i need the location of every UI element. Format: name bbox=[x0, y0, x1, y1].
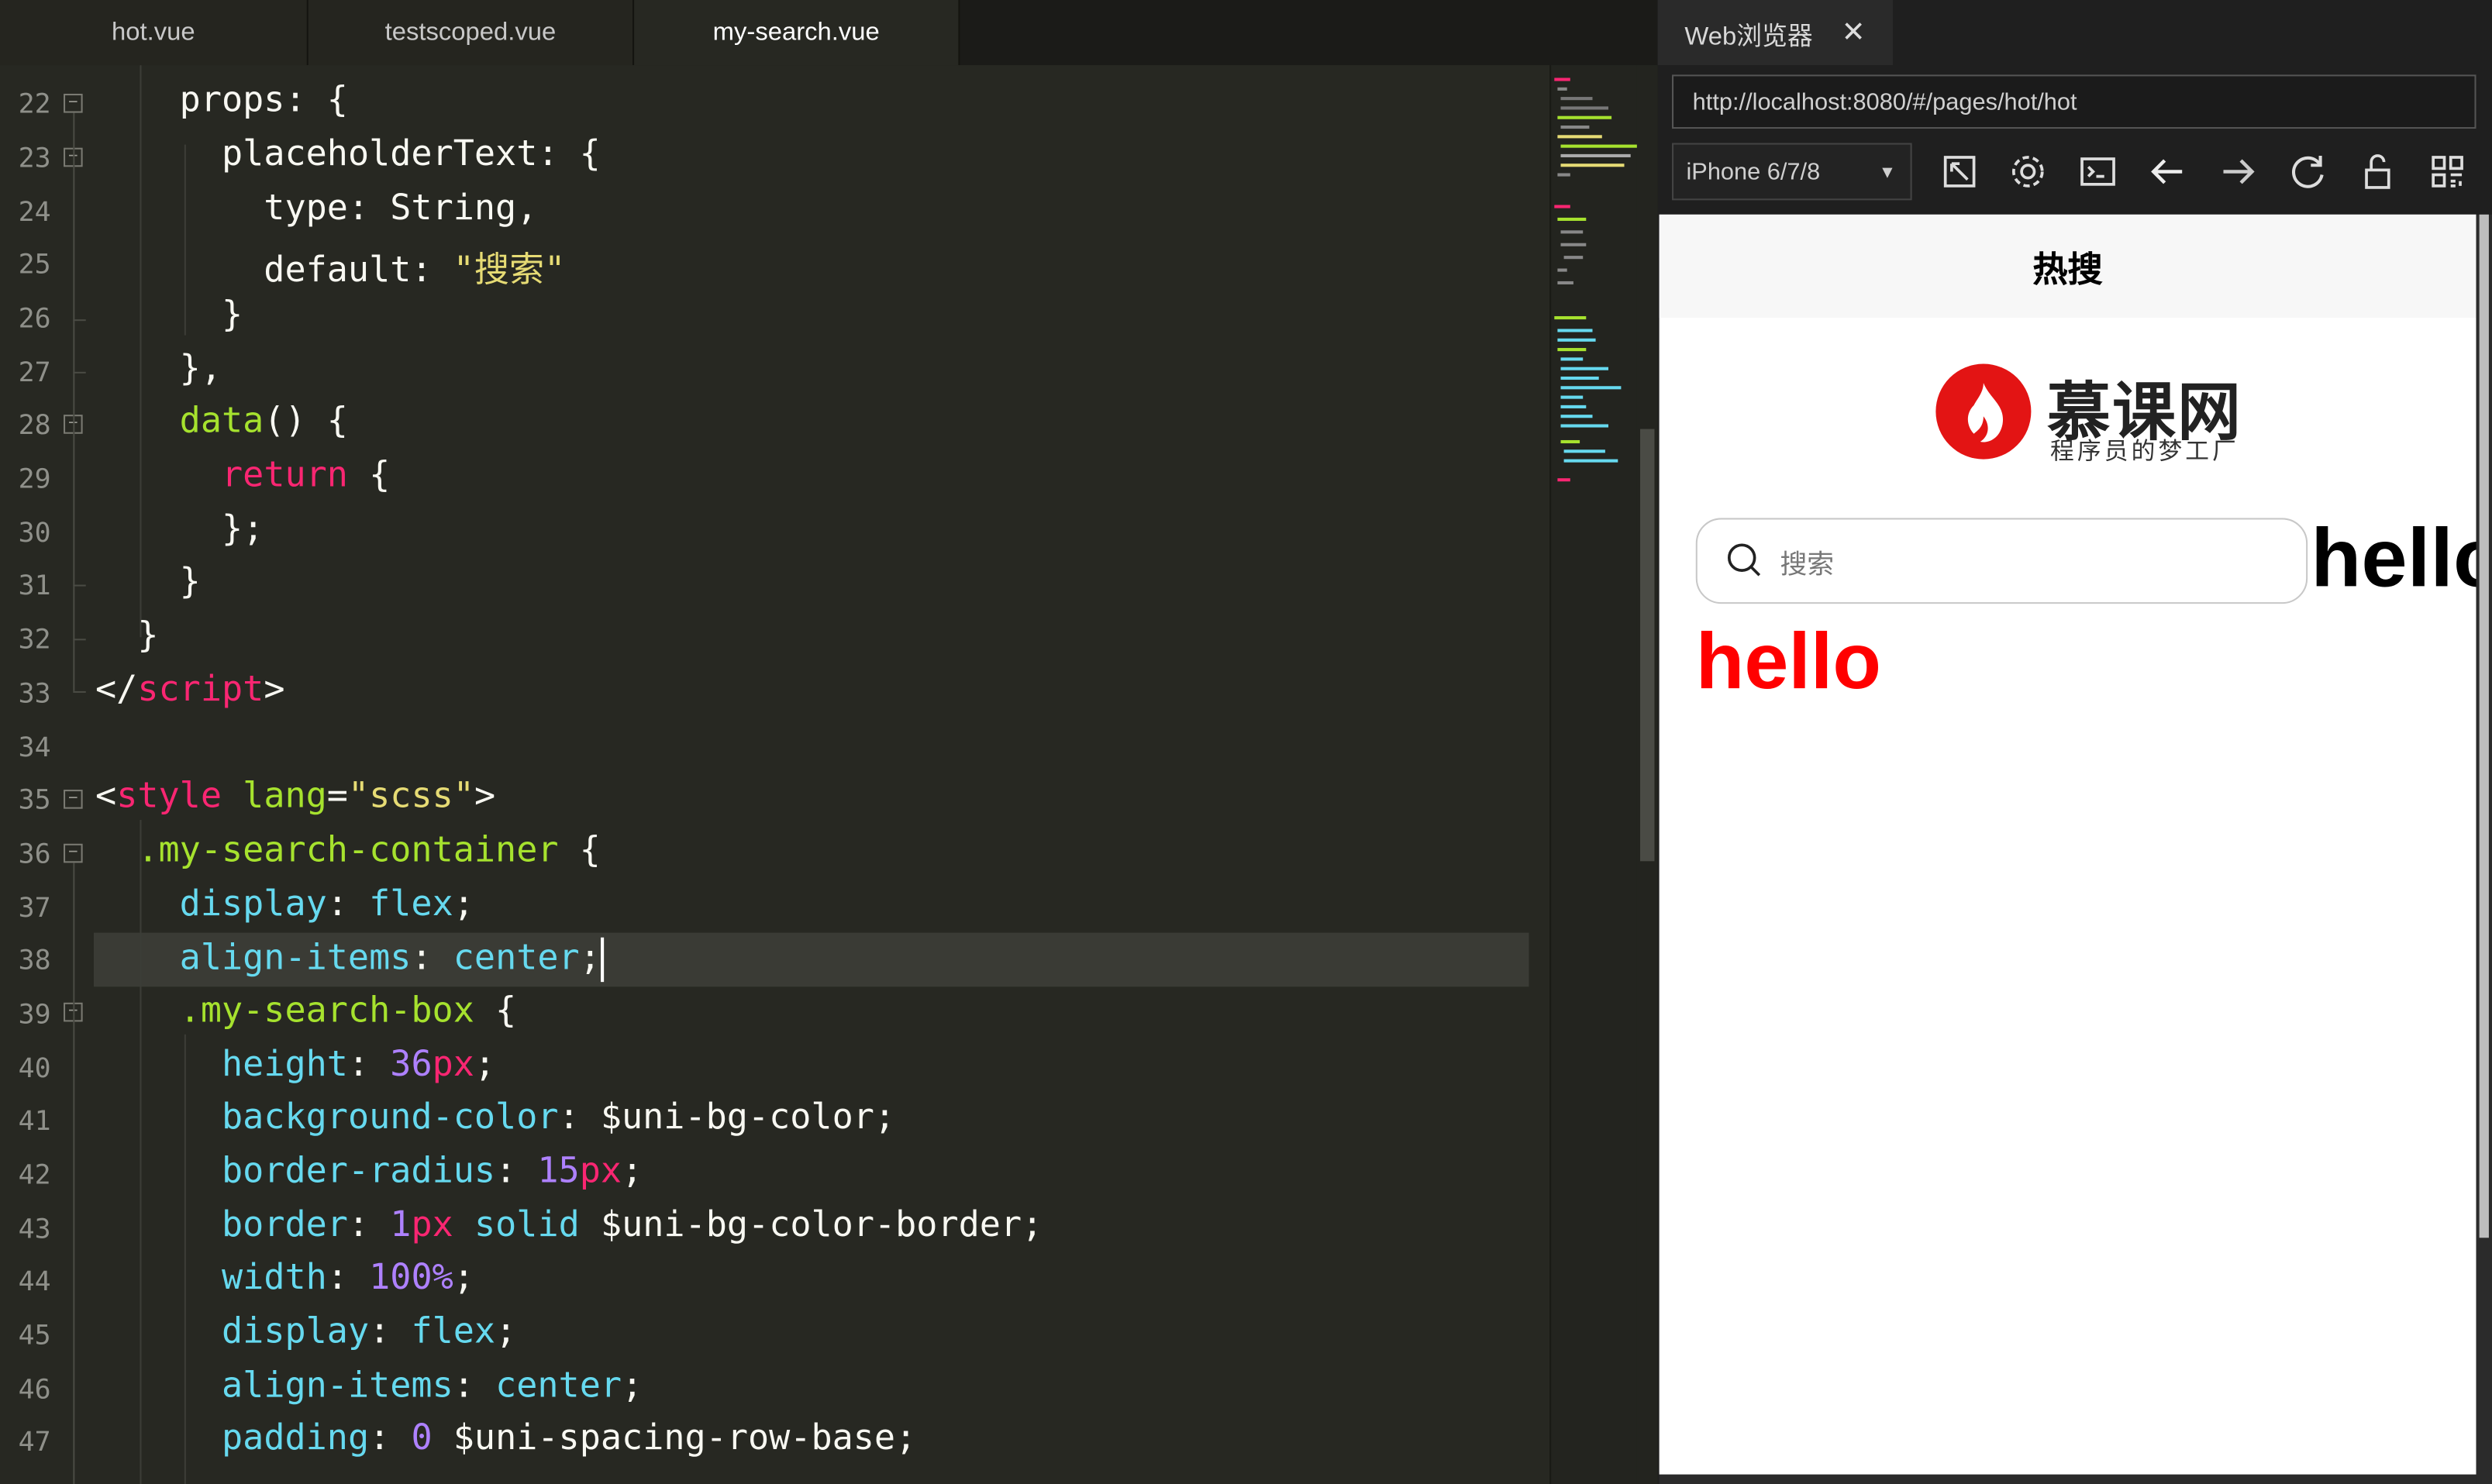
settings-icon[interactable] bbox=[2006, 150, 2050, 194]
line-number: 31 bbox=[18, 570, 51, 603]
editor-tab-bar: hot.vue testscoped.vue my-search.vue bbox=[0, 0, 1658, 66]
code-line: } bbox=[179, 562, 201, 603]
back-arrow-icon[interactable] bbox=[2146, 150, 2190, 194]
code-line: return { bbox=[221, 456, 391, 496]
line-number: 33 bbox=[18, 678, 51, 711]
code-editor[interactable]: − − − − − − 22 23 24 25 26 27 28 29 30 3… bbox=[0, 65, 1658, 1484]
fold-line bbox=[73, 112, 75, 691]
fold-end bbox=[73, 319, 86, 322]
line-number: 29 bbox=[18, 463, 51, 496]
code-line: }, bbox=[179, 349, 222, 390]
fold-toggle[interactable]: − bbox=[64, 790, 83, 809]
code-line: default: "搜索" bbox=[264, 250, 566, 291]
line-number: 34 bbox=[18, 732, 51, 765]
fold-toggle[interactable]: − bbox=[64, 843, 83, 863]
device-select[interactable]: iPhone 6/7/8 ▼ bbox=[1672, 143, 1912, 201]
tab-my-search-vue[interactable]: my-search.vue bbox=[634, 0, 960, 66]
fold-end bbox=[73, 371, 86, 374]
fold-end bbox=[73, 690, 86, 693]
editor-scrollbar-thumb[interactable] bbox=[1640, 429, 1655, 862]
hello-text-black: hello bbox=[2311, 513, 2476, 606]
hello-text-red: hello bbox=[1695, 616, 1882, 706]
url-input[interactable]: http://localhost:8080/#/pages/hot/hot bbox=[1672, 74, 2476, 129]
page-navbar: 热搜 bbox=[1659, 214, 2476, 318]
code-line: background-color: $uni-bg-color; bbox=[221, 1097, 896, 1138]
code-line: align-items: center; bbox=[95, 937, 604, 983]
line-number: 46 bbox=[18, 1374, 51, 1407]
line-number: 22 bbox=[18, 88, 51, 121]
code-minimap[interactable] bbox=[1549, 65, 1639, 1484]
code-line: border-radius: 15px; bbox=[221, 1152, 643, 1192]
line-number: 27 bbox=[18, 357, 51, 390]
code-line: } bbox=[221, 295, 243, 336]
line-number: 35 bbox=[18, 784, 51, 817]
line-number: 37 bbox=[18, 893, 51, 925]
fold-end bbox=[73, 639, 86, 641]
browser-tab[interactable]: Web浏览器 ✕ bbox=[1657, 0, 1894, 66]
fold-toggle[interactable]: − bbox=[64, 93, 83, 113]
code-line: props: { bbox=[179, 81, 348, 121]
code-line: border: 1px solid $uni-bg-color-border; bbox=[221, 1206, 1043, 1246]
line-number: 24 bbox=[18, 197, 51, 229]
code-line: type: String, bbox=[264, 188, 538, 229]
page-title: 热搜 bbox=[2032, 248, 2103, 289]
phone-scrollbar-thumb[interactable] bbox=[2479, 214, 2489, 1238]
code-line: placeholderText: { bbox=[221, 135, 601, 175]
logo-subtitle: 程序员的梦工厂 bbox=[2050, 438, 2240, 466]
search-placeholder: 搜索 bbox=[1780, 549, 1835, 580]
line-number: 23 bbox=[18, 143, 51, 175]
code-line: width: 100%; bbox=[221, 1258, 474, 1299]
line-number: 44 bbox=[18, 1266, 51, 1299]
flame-logo-icon bbox=[1935, 363, 2032, 460]
tab-hot-vue[interactable]: hot.vue bbox=[0, 0, 308, 66]
tab-testscoped-vue[interactable]: testscoped.vue bbox=[308, 0, 635, 66]
line-number: 38 bbox=[18, 945, 51, 977]
search-icon bbox=[1727, 543, 1761, 577]
phone-viewport[interactable]: 热搜 慕课网 程序员的梦工厂 搜索 hello hello bbox=[1659, 214, 2476, 1475]
logo: 慕课网 程序员的梦工厂 bbox=[1935, 363, 2270, 469]
console-icon[interactable] bbox=[2076, 150, 2120, 194]
code-line: display: flex; bbox=[221, 1312, 517, 1352]
browser-tab-title: Web浏览器 bbox=[1684, 22, 1813, 50]
refresh-icon[interactable] bbox=[2285, 150, 2329, 194]
chevron-down-icon: ▼ bbox=[1878, 164, 1897, 183]
code-line: } bbox=[137, 616, 159, 656]
phone-bottom-bar bbox=[1659, 1474, 2476, 1484]
line-number: 36 bbox=[18, 838, 51, 871]
rotate-icon[interactable] bbox=[1937, 150, 1981, 194]
code-line: .my-search-container { bbox=[137, 831, 601, 871]
fold-line bbox=[73, 863, 75, 1484]
code-line: <style lang="scss"> bbox=[95, 776, 496, 817]
line-number: 40 bbox=[18, 1053, 51, 1086]
line-number: 26 bbox=[18, 303, 51, 336]
line-number: 28 bbox=[18, 410, 51, 442]
line-number: 42 bbox=[18, 1159, 51, 1192]
device-select-value: iPhone 6/7/8 bbox=[1686, 159, 1821, 186]
code-line: align-items: center; bbox=[221, 1366, 643, 1407]
code-line: }; bbox=[221, 510, 264, 550]
search-box[interactable]: 搜索 bbox=[1695, 518, 2308, 604]
unlock-icon[interactable] bbox=[2356, 150, 2400, 194]
forward-arrow-icon[interactable] bbox=[2215, 150, 2259, 194]
line-number: 30 bbox=[18, 518, 51, 550]
code-line: </script> bbox=[95, 670, 285, 711]
line-number: 39 bbox=[18, 999, 51, 1031]
code-line: .my-search-box { bbox=[179, 991, 517, 1031]
line-number: 47 bbox=[18, 1427, 51, 1459]
code-line: padding: 0 $uni-spacing-row-base; bbox=[221, 1419, 917, 1459]
close-icon[interactable]: ✕ bbox=[1842, 16, 1866, 50]
line-number: 41 bbox=[18, 1106, 51, 1138]
code-line: height: 36px; bbox=[221, 1045, 496, 1086]
line-number: 25 bbox=[18, 249, 51, 281]
code-line: data() { bbox=[179, 401, 348, 442]
qrcode-icon[interactable] bbox=[2425, 150, 2470, 194]
line-number: 32 bbox=[18, 624, 51, 656]
fold-end bbox=[73, 584, 86, 587]
code-line: display: flex; bbox=[179, 885, 474, 925]
line-number: 43 bbox=[18, 1214, 51, 1246]
line-number: 45 bbox=[18, 1320, 51, 1352]
